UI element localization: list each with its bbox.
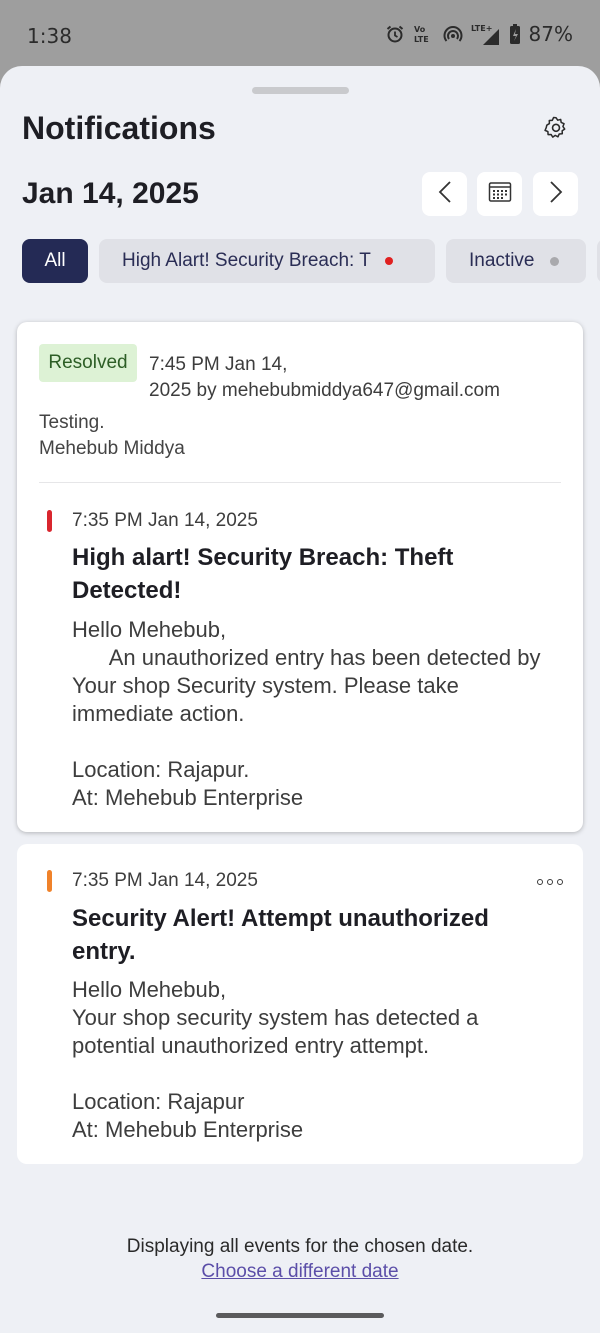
volte-icon: Vo LTE — [413, 24, 435, 44]
battery-percent: 87% — [528, 22, 573, 46]
lte-signal-icon: LTE+ — [471, 23, 501, 45]
chevron-left-icon — [438, 180, 452, 209]
event-time: 7:35 PM Jan 14, 2025 — [72, 510, 258, 531]
previous-date-button[interactable] — [422, 172, 467, 216]
event-body: Hello Mehebub, Your shop security system… — [72, 977, 479, 1142]
filter-chip-label: Inactive — [469, 250, 535, 271]
hotspot-icon — [443, 24, 463, 44]
filter-chips: All High Alart! Security Breach: T Inact… — [22, 239, 600, 283]
more-horizontal-icon — [537, 879, 543, 885]
resolution-meta-line: 2025 by mehebubmiddya647@gmail.com — [149, 380, 500, 401]
filter-chip-label: All — [44, 250, 66, 271]
event-body: Hello Mehebub, An unauthorized entry has… — [72, 617, 541, 810]
comment-author: Mehebub Middya — [39, 438, 185, 459]
drag-handle[interactable] — [252, 87, 349, 94]
event-title: Security Alert! Attempt unauthorized ent… — [72, 905, 489, 965]
resolution-meta: 7:45 PM Jan 14, 2025 by mehebubmiddya647… — [149, 352, 549, 404]
event-card[interactable]: Resolved 7:45 PM Jan 14, 2025 by mehebub… — [17, 322, 583, 832]
choose-date-link[interactable]: Choose a different date — [0, 1261, 600, 1283]
more-horizontal-icon — [547, 879, 553, 885]
status-bar: 1:38 Vo LTE LTE+ 87% — [0, 0, 600, 66]
filter-chip-high-alert[interactable]: High Alart! Security Breach: T — [99, 239, 435, 283]
more-options-button[interactable] — [537, 876, 563, 888]
chevron-right-icon — [549, 180, 563, 209]
svg-text:LTE: LTE — [414, 35, 429, 44]
severity-indicator — [47, 870, 52, 892]
svg-text:Vo: Vo — [414, 25, 426, 34]
alarm-icon — [385, 24, 405, 44]
status-badge: Resolved — [39, 344, 137, 382]
gear-icon — [543, 115, 569, 146]
settings-button[interactable] — [540, 114, 572, 146]
severity-indicator — [47, 510, 52, 532]
footer-text: Displaying all events for the chosen dat… — [126, 1236, 474, 1257]
selected-date: Jan 14, 2025 — [22, 177, 199, 210]
divider — [39, 482, 561, 483]
notifications-sheet: Notifications Jan 14, 2025 All High Alar… — [0, 66, 600, 1333]
status-dot — [384, 257, 393, 265]
status-icons: Vo LTE LTE+ 87% — [385, 22, 573, 46]
resolution-meta-line: 7:45 PM Jan 14, — [149, 354, 288, 375]
home-indicator[interactable] — [216, 1313, 384, 1318]
battery-icon — [509, 23, 521, 45]
calendar-icon — [488, 181, 512, 208]
comment-line: Testing. — [39, 412, 105, 433]
status-dot — [550, 256, 560, 266]
page-title: Notifications — [22, 110, 216, 146]
filter-chip-inactive[interactable]: Inactive — [446, 239, 586, 283]
filter-chip-label: High Alart! Security Breach: T — [122, 250, 371, 271]
resolution-comment: Testing. Mehebub Middya — [39, 410, 185, 462]
event-title: High alart! Security Breach: Theft Detec… — [72, 544, 454, 604]
status-time: 1:38 — [27, 24, 72, 48]
event-card[interactable]: 7:35 PM Jan 14, 2025 Security Alert! Att… — [17, 844, 583, 1164]
filter-chip-all[interactable]: All — [22, 239, 88, 283]
more-horizontal-icon — [557, 879, 563, 885]
svg-text:LTE+: LTE+ — [471, 24, 492, 33]
next-date-button[interactable] — [533, 172, 578, 216]
calendar-button[interactable] — [477, 172, 522, 216]
event-time: 7:35 PM Jan 14, 2025 — [72, 870, 258, 891]
